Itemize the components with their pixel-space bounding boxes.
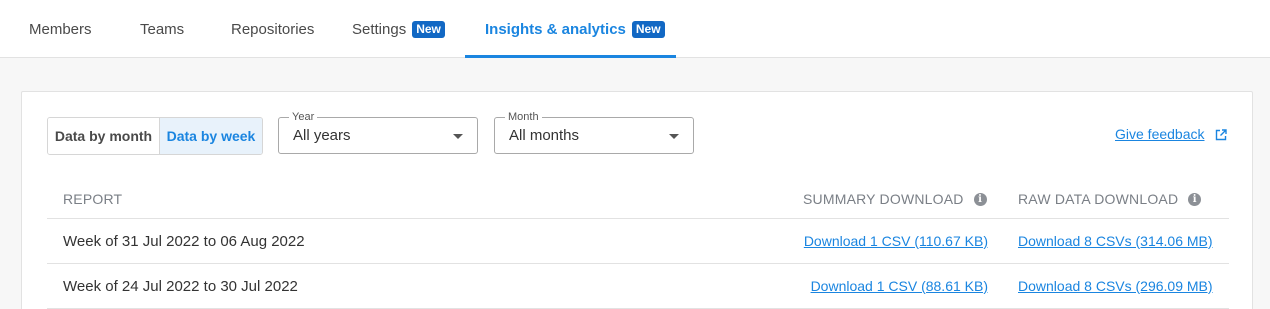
summary-download-link[interactable]: Download 1 CSV (110.67 KB) — [804, 233, 988, 249]
tab-insights-analytics[interactable]: Insights & analytics New — [485, 0, 665, 58]
year-select-value: All years — [293, 127, 351, 144]
tab-teams[interactable]: Teams — [140, 0, 184, 58]
month-select-label: Month — [505, 110, 542, 124]
tab-settings[interactable]: Settings New — [352, 0, 445, 58]
table-row: Week of 31 Jul 2022 to 06 Aug 2022 Downl… — [47, 219, 1229, 264]
table-row: Week of 24 Jul 2022 to 30 Jul 2022 Downl… — [47, 264, 1229, 309]
new-badge: New — [412, 20, 445, 38]
tab-members[interactable]: Members — [29, 0, 92, 58]
data-by-week-button[interactable]: Data by week — [158, 118, 262, 154]
tab-repositories[interactable]: Repositories — [231, 0, 314, 58]
year-select[interactable]: Year All years — [278, 110, 478, 154]
data-by-month-button[interactable]: Data by month — [48, 118, 159, 154]
summary-download-link[interactable]: Download 1 CSV (88.61 KB) — [811, 278, 988, 294]
tab-label: Repositories — [231, 20, 315, 38]
insights-card: Data by month Data by week Year All year… — [21, 91, 1253, 309]
raw-data-download-link[interactable]: Download 8 CSVs (296.09 MB) — [1018, 278, 1213, 294]
give-feedback-link[interactable]: Give feedback — [1115, 126, 1205, 142]
tab-label: Insights & analytics — [485, 20, 626, 38]
report-column-header: REPORT — [63, 191, 122, 207]
raw-data-download-column-header: RAW DATA DOWNLOAD i — [1018, 191, 1202, 207]
raw-data-download-link[interactable]: Download 8 CSVs (314.06 MB) — [1018, 233, 1213, 249]
tab-label: Members — [29, 20, 92, 38]
column-header-label: RAW DATA DOWNLOAD — [1018, 191, 1179, 207]
external-link-icon[interactable] — [1215, 129, 1227, 141]
report-period: Week of 31 Jul 2022 to 06 Aug 2022 — [63, 233, 305, 250]
tab-label: Teams — [140, 20, 185, 38]
column-header-label: SUMMARY DOWNLOAD — [803, 191, 964, 207]
data-granularity-toggle: Data by month Data by week — [47, 117, 263, 155]
tab-label: Settings — [352, 20, 407, 38]
top-tabs: Members Teams Repositories Settings New … — [0, 0, 1270, 58]
table-header: REPORT SUMMARY DOWNLOAD i RAW DATA DOWNL… — [47, 187, 1229, 219]
info-icon[interactable]: i — [1188, 192, 1202, 206]
new-badge: New — [631, 20, 665, 38]
year-select-label: Year — [289, 110, 318, 124]
active-tab-indicator — [465, 55, 676, 58]
column-header-label: REPORT — [63, 191, 123, 207]
month-select[interactable]: Month All months — [494, 110, 694, 154]
caret-down-icon — [669, 134, 679, 139]
caret-down-icon — [453, 134, 463, 139]
info-icon[interactable]: i — [973, 192, 987, 206]
month-select-value: All months — [509, 127, 580, 144]
report-period: Week of 24 Jul 2022 to 30 Jul 2022 — [63, 278, 298, 295]
summary-download-column-header: SUMMARY DOWNLOAD i — [803, 191, 987, 207]
